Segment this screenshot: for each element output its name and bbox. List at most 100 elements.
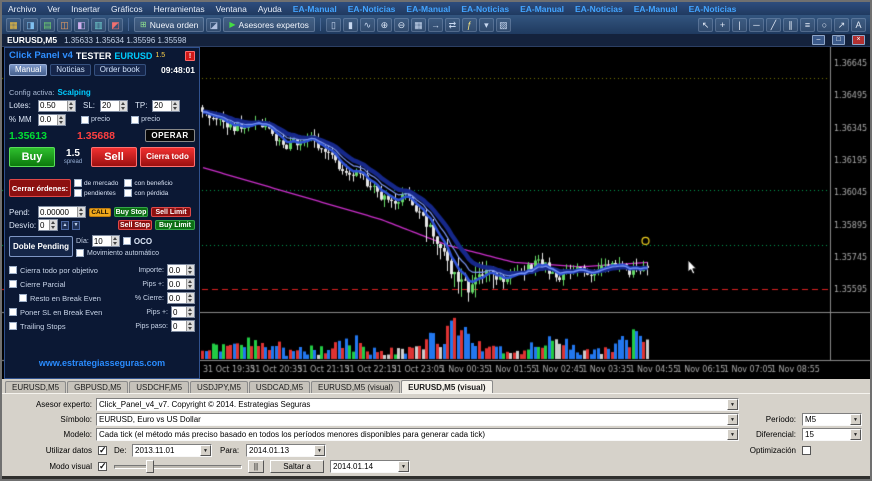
sl-precio-checkbox[interactable] bbox=[81, 116, 89, 124]
auto-scroll-icon[interactable]: → bbox=[428, 18, 443, 32]
dropdown-arrow-icon[interactable] bbox=[850, 414, 861, 425]
skip-date-combobox[interactable]: 2014.01.14 bbox=[330, 460, 410, 473]
tp-input-field[interactable] bbox=[153, 101, 171, 111]
panel-alert-icon[interactable]: ! bbox=[185, 51, 195, 61]
website-link[interactable]: www.estrategiasseguras.com bbox=[9, 358, 195, 368]
chart-window-icon[interactable]: ◪ bbox=[206, 18, 221, 32]
deviation-spinner[interactable] bbox=[49, 220, 57, 230]
ea-link-4[interactable]: EA-Noticias bbox=[461, 4, 509, 14]
sl-spinner[interactable] bbox=[119, 101, 127, 111]
close-button[interactable]: × bbox=[852, 35, 865, 45]
deviation-input[interactable] bbox=[38, 219, 58, 231]
step-pips-input-field[interactable] bbox=[172, 321, 186, 331]
new-chart-icon[interactable]: ▦ bbox=[6, 18, 21, 32]
market-watch-icon[interactable]: ▤ bbox=[40, 18, 55, 32]
tab-usdjpy-m5[interactable]: USDJPY,M5 bbox=[190, 381, 248, 393]
sl-input-field[interactable] bbox=[101, 101, 119, 111]
restore-button[interactable]: □ bbox=[832, 35, 845, 45]
ea-link-2[interactable]: EA-Noticias bbox=[348, 4, 396, 14]
symbol-combobox[interactable]: EURUSD, Euro vs US Dollar bbox=[96, 413, 739, 426]
new-order-button[interactable]: ⊞ Nueva orden bbox=[134, 17, 204, 32]
dropdown-arrow-icon[interactable] bbox=[398, 461, 409, 472]
arrows-icon[interactable]: ↗ bbox=[834, 18, 849, 32]
close-all-button[interactable]: Cierra todo bbox=[140, 147, 195, 167]
tp-spinner[interactable] bbox=[171, 101, 179, 111]
tab-manual[interactable]: Manual bbox=[9, 64, 47, 76]
tab-eurusd-m5-visual-2[interactable]: EURUSD,M5 (visual) bbox=[401, 380, 492, 393]
config-value[interactable]: Scalping bbox=[57, 88, 90, 97]
tab-noticias[interactable]: Noticias bbox=[50, 64, 90, 76]
period-combobox[interactable]: M5 bbox=[802, 413, 862, 426]
profiles-icon[interactable]: ◨ bbox=[23, 18, 38, 32]
sl-pips-input-field[interactable] bbox=[172, 307, 186, 317]
pend-input-field[interactable] bbox=[39, 207, 77, 217]
ea-link-1[interactable]: EA-Manual bbox=[293, 4, 337, 14]
dropdown-arrow-icon[interactable] bbox=[850, 429, 861, 440]
line-chart-icon[interactable]: ∿ bbox=[360, 18, 375, 32]
expert-advisors-button[interactable]: ▶ Asesores expertos bbox=[223, 17, 315, 32]
pause-button[interactable]: || bbox=[248, 460, 264, 473]
tp-input[interactable] bbox=[152, 100, 180, 112]
deviation-input-field[interactable] bbox=[39, 220, 49, 230]
shapes-icon[interactable]: ○ bbox=[817, 18, 832, 32]
menu-ver[interactable]: Ver bbox=[47, 4, 60, 14]
to-date-combobox[interactable]: 2014.01.13 bbox=[246, 444, 326, 457]
buy-button[interactable]: Buy bbox=[9, 147, 55, 167]
tab-eurusd-m5-visual-1[interactable]: EURUSD,M5 (visual) bbox=[311, 381, 400, 393]
sell-button[interactable]: Sell bbox=[91, 147, 137, 167]
close-percent-input[interactable] bbox=[167, 292, 195, 304]
pips-plus-spinner[interactable] bbox=[186, 279, 194, 289]
tab-eurusd-m5[interactable]: EURUSD,M5 bbox=[5, 381, 66, 393]
step-pips-spinner[interactable] bbox=[186, 321, 194, 331]
skip-to-button[interactable]: Saltar a bbox=[270, 460, 324, 473]
tab-usdchf-m5[interactable]: USDCHF,M5 bbox=[129, 381, 189, 393]
ea-link-7[interactable]: EA-Manual bbox=[634, 4, 678, 14]
close-percent-input-field[interactable] bbox=[168, 293, 186, 303]
lots-input[interactable] bbox=[38, 100, 76, 112]
pips-plus-input[interactable] bbox=[167, 278, 195, 290]
sl-input[interactable] bbox=[100, 100, 128, 112]
con-perdida-checkbox[interactable] bbox=[124, 189, 132, 197]
pend-spinner[interactable] bbox=[77, 207, 85, 217]
crosshair-icon[interactable]: + bbox=[715, 18, 730, 32]
ea-link-6[interactable]: EA-Noticias bbox=[575, 4, 623, 14]
call-button[interactable]: CALL bbox=[89, 208, 111, 217]
step-up-icon[interactable]: ▲ bbox=[61, 221, 69, 230]
amount-input[interactable] bbox=[167, 264, 195, 276]
chart-shift-icon[interactable]: ⇄ bbox=[445, 18, 460, 32]
dropdown-arrow-icon[interactable] bbox=[314, 445, 325, 456]
menu-graficos[interactable]: Gráficos bbox=[111, 4, 143, 14]
oco-checkbox[interactable] bbox=[123, 237, 131, 245]
navigator-icon[interactable]: ◧ bbox=[74, 18, 89, 32]
menu-herramientas[interactable]: Herramientas bbox=[154, 4, 205, 14]
auto-move-checkbox[interactable] bbox=[76, 249, 84, 257]
day-input-field[interactable] bbox=[93, 236, 111, 246]
mm-input-field[interactable] bbox=[39, 115, 57, 125]
use-date-checkbox[interactable] bbox=[98, 446, 107, 455]
pips-plus-input-field[interactable] bbox=[168, 279, 186, 289]
ea-link-5[interactable]: EA-Manual bbox=[520, 4, 564, 14]
periods-icon[interactable]: ▾ bbox=[479, 18, 494, 32]
close-by-target-checkbox[interactable] bbox=[9, 266, 17, 274]
mm-spinner[interactable] bbox=[57, 115, 65, 125]
tp-precio-checkbox[interactable] bbox=[131, 116, 139, 124]
indicators-icon[interactable]: ƒ bbox=[462, 18, 477, 32]
menu-archivo[interactable]: Archivo bbox=[8, 4, 36, 14]
rest-break-even-checkbox[interactable] bbox=[19, 294, 27, 302]
partial-close-checkbox[interactable] bbox=[9, 280, 17, 288]
horizontal-line-icon[interactable]: ─ bbox=[749, 18, 764, 32]
tab-order-book[interactable]: Order book bbox=[94, 64, 146, 76]
menu-ventana[interactable]: Ventana bbox=[216, 4, 247, 14]
ea-link-3[interactable]: EA-Manual bbox=[406, 4, 450, 14]
lots-input-field[interactable] bbox=[39, 101, 67, 111]
buy-limit-button[interactable]: Buy Limit bbox=[155, 220, 195, 230]
amount-input-field[interactable] bbox=[168, 265, 186, 275]
sl-pips-input[interactable] bbox=[171, 306, 195, 318]
text-icon[interactable]: A bbox=[851, 18, 866, 32]
dropdown-arrow-icon[interactable] bbox=[200, 445, 211, 456]
dropdown-arrow-icon[interactable] bbox=[727, 399, 738, 410]
channel-icon[interactable]: ∥ bbox=[783, 18, 798, 32]
tab-gbpusd-m5[interactable]: GBPUSD,M5 bbox=[67, 381, 128, 393]
trailing-stops-checkbox[interactable] bbox=[9, 322, 17, 330]
step-pips-input[interactable] bbox=[171, 320, 195, 332]
